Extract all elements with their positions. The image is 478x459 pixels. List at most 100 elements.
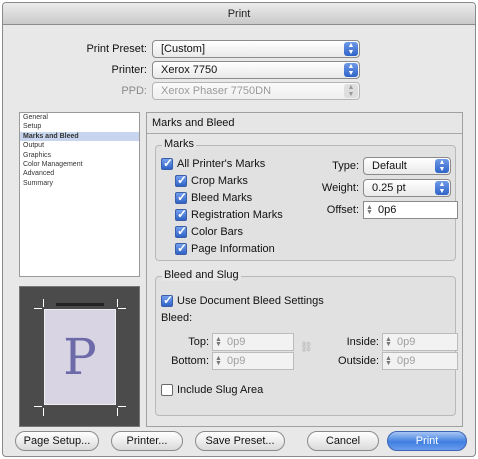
sidebar-item-color-management[interactable]: Color Management [20, 160, 139, 169]
ppd-popup: Xerox Phaser 7750DN ▲ ▼ [152, 82, 360, 100]
chain-link-icon: ⛓ [300, 342, 313, 353]
bleed-marks-label: Bleed Marks [191, 192, 253, 204]
bottom-value: 0p9 [227, 355, 246, 367]
popup-arrows-icon: ▲ ▼ [344, 84, 358, 98]
top-label: Top: [188, 336, 209, 348]
type-popup[interactable]: Default ▲ ▼ [363, 157, 451, 175]
top-field: ▲ ▼ 0p9 [212, 333, 294, 351]
color-bars-checkbox[interactable]: Color Bars [175, 224, 243, 238]
crop-marks-label: Crop Marks [191, 175, 248, 187]
include-slug-checkbox[interactable]: Include Slug Area [161, 384, 263, 396]
print-preset-popup[interactable]: [Custom] ▲ ▼ [152, 40, 360, 58]
registration-marks-checkbox[interactable]: Registration Marks [175, 207, 283, 221]
popup-arrows-icon: ▲ ▼ [435, 159, 449, 173]
printer-label: Printer: [111, 64, 147, 76]
popup-arrows-icon: ▲ ▼ [435, 181, 449, 195]
use-document-bleed-checkbox[interactable]: Use Document Bleed Settings [161, 293, 324, 307]
print-dialog: Print Print Preset: [Custom] ▲ ▼ Printer:… [2, 2, 476, 457]
checkbox-checked-icon [161, 156, 173, 170]
sidebar-item-advanced[interactable]: Advanced [20, 169, 139, 178]
weight-popup[interactable]: 0.25 pt ▲ ▼ [363, 179, 451, 197]
stepper-icon: ▲ ▼ [385, 336, 392, 348]
crop-mark [43, 408, 44, 416]
weight-value: 0.25 pt [372, 182, 406, 194]
ppd-value: Xerox Phaser 7750DN [161, 85, 272, 97]
print-preset-row: Print Preset: [Custom] ▲ ▼ [43, 40, 360, 58]
marks-group-title: Marks [162, 138, 196, 150]
page-information-checkbox[interactable]: Page Information [175, 241, 275, 255]
sidebar-item-graphics[interactable]: Graphics [20, 151, 139, 160]
printer-popup[interactable]: Xerox 7750 ▲ ▼ [152, 61, 360, 79]
registration-bar [56, 303, 104, 306]
crop-mark [118, 406, 126, 407]
checkbox-checked-icon [175, 173, 187, 187]
type-value: Default [372, 160, 407, 172]
save-preset-button[interactable]: Save Preset... [195, 431, 285, 451]
category-list: General Setup Marks and Bleed Output Gra… [19, 112, 140, 277]
page-information-label: Page Information [191, 243, 275, 255]
panel-title: Marks and Bleed [152, 117, 235, 129]
weight-label: Weight: [321, 182, 359, 194]
crop-mark [117, 408, 118, 416]
outside-field: ▲ ▼ 0p9 [382, 352, 458, 370]
bleed-and-slug-title: Bleed and Slug [162, 269, 241, 281]
crop-mark [34, 308, 42, 309]
offset-label: Offset: [326, 204, 359, 216]
print-preset-value: [Custom] [161, 43, 206, 55]
checkbox-checked-icon [161, 293, 173, 307]
bleed-marks-checkbox[interactable]: Bleed Marks [175, 190, 253, 204]
stepper-icon[interactable]: ▲ ▼ [366, 204, 373, 216]
preview-glyph: P [63, 328, 97, 386]
checkbox-checked-icon [175, 224, 187, 238]
checkbox-checked-icon [175, 241, 187, 255]
printer-button[interactable]: Printer... [111, 431, 183, 451]
page-setup-button[interactable]: Page Setup... [15, 431, 99, 451]
crop-mark [118, 308, 126, 309]
checkbox-checked-icon [175, 207, 187, 221]
crop-mark [34, 406, 42, 407]
print-button[interactable]: Print [387, 431, 467, 451]
checkbox-checked-icon [175, 190, 187, 204]
top-value: 0p9 [227, 336, 246, 348]
printer-row: Printer: Xerox 7750 ▲ ▼ [43, 61, 360, 79]
crop-mark [43, 299, 44, 307]
inside-field: ▲ ▼ 0p9 [382, 333, 458, 351]
offset-value: 0p6 [378, 204, 397, 216]
stepper-icon: ▲ ▼ [215, 336, 222, 348]
inside-label: Inside: [346, 336, 379, 348]
divider [147, 133, 462, 134]
ppd-label: PPD: [121, 85, 147, 97]
stepper-icon: ▲ ▼ [385, 355, 392, 367]
ppd-row: PPD: Xerox Phaser 7750DN ▲ ▼ [43, 82, 360, 100]
offset-field[interactable]: ▲ ▼ 0p6 [363, 201, 458, 219]
inside-value: 0p9 [397, 336, 416, 348]
all-printers-marks-label: All Printer's Marks [177, 158, 266, 170]
checkbox-unchecked-icon [161, 384, 173, 396]
bottom-field: ▲ ▼ 0p9 [212, 352, 294, 370]
sidebar-item-output[interactable]: Output [20, 141, 139, 150]
marks-and-bleed-panel: Marks and Bleed Marks All Printer's Mark… [146, 112, 463, 427]
color-bars-label: Color Bars [191, 226, 243, 238]
include-slug-label: Include Slug Area [177, 384, 264, 396]
stepper-icon: ▲ ▼ [215, 355, 222, 367]
bottom-label: Bottom: [171, 355, 209, 367]
print-preset-label: Print Preset: [86, 43, 147, 55]
sidebar-item-marks-and-bleed[interactable]: Marks and Bleed [20, 131, 139, 142]
sidebar-item-general[interactable]: General [20, 113, 139, 122]
printer-value: Xerox 7750 [161, 64, 218, 76]
cancel-button[interactable]: Cancel [307, 431, 379, 451]
bleed-label: Bleed: [161, 312, 193, 324]
all-printers-marks-checkbox[interactable]: All Printer's Marks [161, 156, 266, 170]
crop-mark [117, 299, 118, 307]
outside-value: 0p9 [397, 355, 416, 367]
window-title: Print [3, 3, 475, 25]
sidebar-item-setup[interactable]: Setup [20, 122, 139, 131]
crop-marks-checkbox[interactable]: Crop Marks [175, 173, 248, 187]
sidebar-item-summary[interactable]: Summary [20, 179, 139, 188]
preview-page: P [44, 309, 116, 405]
use-document-bleed-label: Use Document Bleed Settings [177, 295, 324, 307]
popup-arrows-icon: ▲ ▼ [344, 42, 358, 56]
registration-marks-label: Registration Marks [191, 209, 283, 221]
page-preview: P [19, 286, 140, 427]
outside-label: Outside: [338, 355, 379, 367]
